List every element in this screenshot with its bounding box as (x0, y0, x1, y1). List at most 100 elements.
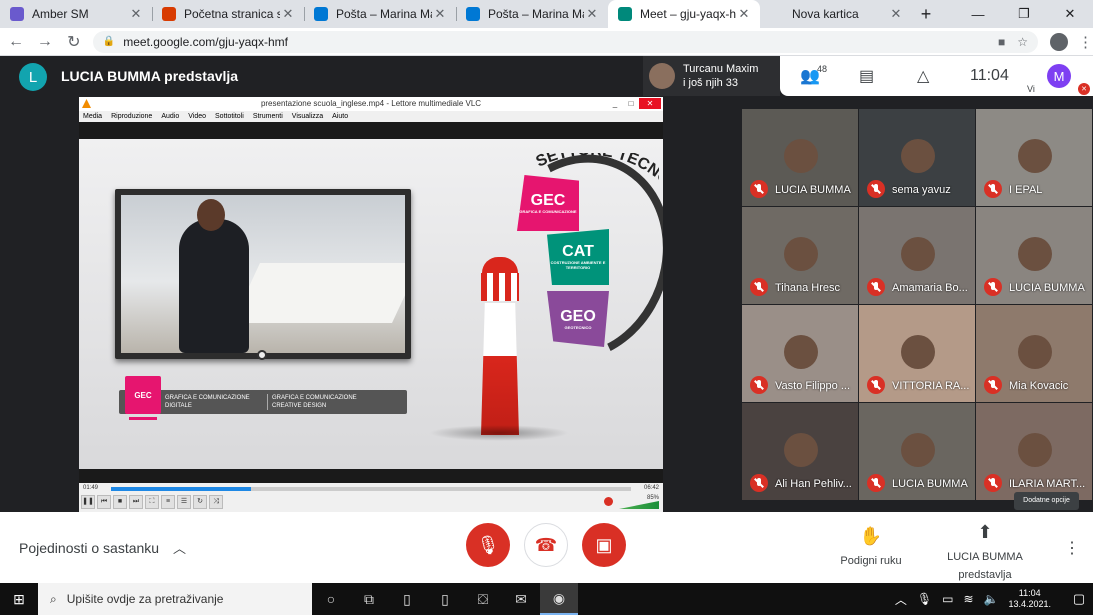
minimize-icon[interactable]: — (955, 0, 1001, 28)
participant-tile[interactable]: Ali Han Pehliv... (742, 403, 858, 500)
outlook-icon (466, 7, 480, 21)
participant-tile[interactable]: ILARIA MART... (976, 403, 1092, 500)
camera-icon[interactable]: ■ (998, 35, 1005, 49)
participant-tile[interactable]: sema yavuz (859, 109, 975, 206)
bookmark-star-icon[interactable]: ☆ (1017, 35, 1028, 49)
file-icon[interactable]: ▯ (388, 583, 426, 615)
maximize-icon[interactable]: ❐ (1001, 0, 1047, 28)
participant-tile[interactable]: Vasto Filippo ... (742, 305, 858, 402)
vlc-next-icon[interactable]: ⏭ (129, 495, 143, 509)
forward-icon[interactable]: → (32, 29, 58, 55)
tray-volume-icon[interactable]: 🔈 (984, 592, 999, 606)
taskbar-time: 11:04 (1018, 588, 1041, 598)
document-icon[interactable]: ▯ (426, 583, 464, 615)
vlc-menu-item[interactable]: Sottotitoli (215, 111, 244, 122)
browser-menu-icon[interactable]: ⋮ (1078, 33, 1093, 51)
taskbar-clock[interactable]: 11:04 13.4.2021. (1008, 588, 1051, 610)
back-icon[interactable]: ← (3, 29, 29, 55)
vlc-settings-icon[interactable]: ≡ (161, 495, 175, 509)
participant-tile[interactable]: VITTORIA RA... (859, 305, 975, 402)
vlc-prev-icon[interactable]: ⏮ (97, 495, 111, 509)
meet-top-bar: L LUCIA BUMMA predstavlja Turcanu Maxim … (0, 56, 1093, 96)
windows-start-icon[interactable]: ⊞ (0, 583, 38, 615)
browser-tab[interactable]: Amber SM ✕ (0, 0, 152, 28)
tray-mic-icon[interactable]: 🎙 (917, 592, 932, 606)
vlc-volume-slider[interactable] (619, 501, 659, 509)
speaker-avatar (649, 63, 675, 89)
address-bar[interactable]: 🔒 meet.google.com/gju-yaqx-hmf ■ ☆ (92, 30, 1039, 53)
vlc-menu-item[interactable]: Aiuto (332, 111, 348, 122)
participant-tile[interactable]: Mia Kovacic (976, 305, 1092, 402)
tray-wifi-icon[interactable]: ≋ (963, 592, 973, 606)
system-tray: ︿ 🎙 ▭ ≋ 🔈 11:04 13.4.2021. ▢ (895, 588, 1093, 610)
camera-off-button[interactable]: ▣ (582, 523, 626, 567)
tab-title: Meet – gju-yaqx-hmf (640, 7, 736, 21)
participant-tile[interactable]: Tihana Hresc (742, 207, 858, 304)
vlc-minimize-icon[interactable]: _ (607, 98, 623, 109)
vlc-seek-bar[interactable] (111, 487, 631, 491)
vlc-pause-icon[interactable]: ❚❚ (81, 495, 95, 509)
reload-icon[interactable]: ↻ (61, 29, 87, 55)
store-icon[interactable]: ⛋ (464, 583, 502, 615)
vlc-menu-item[interactable]: Visualizza (292, 111, 323, 122)
close-tab-icon[interactable]: ✕ (888, 6, 904, 22)
participant-tile[interactable]: Amamaria Bo... (859, 207, 975, 304)
close-tab-icon[interactable]: ✕ (584, 6, 600, 22)
chevron-up-icon[interactable]: ︿ (173, 538, 186, 557)
close-tab-icon[interactable]: ✕ (736, 6, 752, 22)
browser-toolbar: ← → ↻ 🔒 meet.google.com/gju-yaqx-hmf ■ ☆… (0, 28, 1093, 56)
mic-off-button[interactable]: 🎙 (466, 523, 510, 567)
tray-network-icon[interactable]: ▭ (942, 592, 953, 606)
close-tab-icon[interactable]: ✕ (432, 6, 448, 22)
profile-avatar-icon[interactable] (1050, 32, 1068, 51)
cortana-icon[interactable]: ○ (312, 583, 350, 615)
presenting-label: LUCIA BUMMA predstavlja (947, 551, 1023, 581)
task-view-icon[interactable]: ⧉ (350, 583, 388, 615)
taskbar-search[interactable]: ⌕ Upišite ovdje za pretraživanje (38, 583, 312, 615)
activities-icon[interactable]: △ (917, 66, 929, 86)
vlc-elapsed: 01:49 (83, 485, 99, 491)
chat-icon[interactable]: ▤ (859, 66, 874, 86)
browser-tab[interactable]: Pošta – Marina Mavričević✕ (304, 0, 456, 28)
notification-icon[interactable]: ▢ (1065, 591, 1093, 607)
participant-name: LUCIA BUMMA (1009, 282, 1085, 294)
blank-favicon-icon (770, 7, 784, 21)
vlc-fullscreen-icon[interactable]: ⛶ (145, 495, 159, 509)
leave-call-button[interactable]: ☎ (524, 523, 568, 567)
tray-chevron-icon[interactable]: ︿ (895, 591, 907, 608)
raise-hand-button[interactable]: ✋ Podigni ruku (832, 526, 910, 569)
gec-logo-underline (129, 417, 157, 420)
close-tab-icon[interactable]: ✕ (128, 6, 144, 22)
browser-tab[interactable]: Početna stranica sustava✕ (152, 0, 304, 28)
new-tab-button[interactable]: + (912, 0, 940, 28)
windows-taskbar: ⊞ ⌕ Upišite ovdje za pretraživanje ○ ⧉ ▯… (0, 583, 1093, 615)
participant-tile[interactable]: I EPAL (976, 109, 1092, 206)
vlc-menu-item[interactable]: Audio (161, 111, 179, 122)
speaker-others: i još njih 33 (683, 77, 739, 89)
participant-tile[interactable]: LUCIA BUMMA (859, 403, 975, 500)
vlc-menu-item[interactable]: Media (83, 111, 102, 122)
close-tab-icon[interactable]: ✕ (280, 6, 296, 22)
vlc-speaker-icon[interactable] (604, 497, 613, 506)
meeting-details-button[interactable]: Pojedinosti o sastanku (19, 540, 159, 556)
vlc-menu-item[interactable]: Strumenti (253, 111, 283, 122)
participant-tile[interactable]: LUCIA BUMMA (976, 207, 1092, 304)
lock-icon[interactable]: 🔒 (103, 36, 115, 47)
close-window-icon[interactable]: ✕ (1047, 0, 1093, 28)
browser-tab[interactable]: Pošta – Marina Mavričević✕ (456, 0, 608, 28)
vlc-stop-icon[interactable]: ■ (113, 495, 127, 509)
browser-tab[interactable]: Nova kartica ✕ (760, 0, 912, 28)
chrome-icon[interactable]: ◉ (540, 583, 578, 615)
presenting-button[interactable]: ⬆ LUCIA BUMMA predstavlja (944, 522, 1026, 583)
participant-tile[interactable]: LUCIA BUMMA (742, 109, 858, 206)
vlc-shuffle-icon[interactable]: ⤨ (209, 495, 223, 509)
vlc-menu-item[interactable]: Riproduzione (111, 111, 152, 122)
vlc-menu-item[interactable]: Video (188, 111, 206, 122)
browser-tab[interactable]: Meet – gju-yaqx-hmf✕ (608, 0, 760, 28)
vlc-close-icon[interactable]: ✕ (639, 98, 661, 109)
vlc-playlist-icon[interactable]: ☰ (177, 495, 191, 509)
vlc-loop-icon[interactable]: ↻ (193, 495, 207, 509)
more-options-icon[interactable]: ⋮ (1064, 538, 1080, 558)
vlc-maximize-icon[interactable]: □ (623, 98, 639, 109)
mail-icon[interactable]: ✉ (502, 583, 540, 615)
